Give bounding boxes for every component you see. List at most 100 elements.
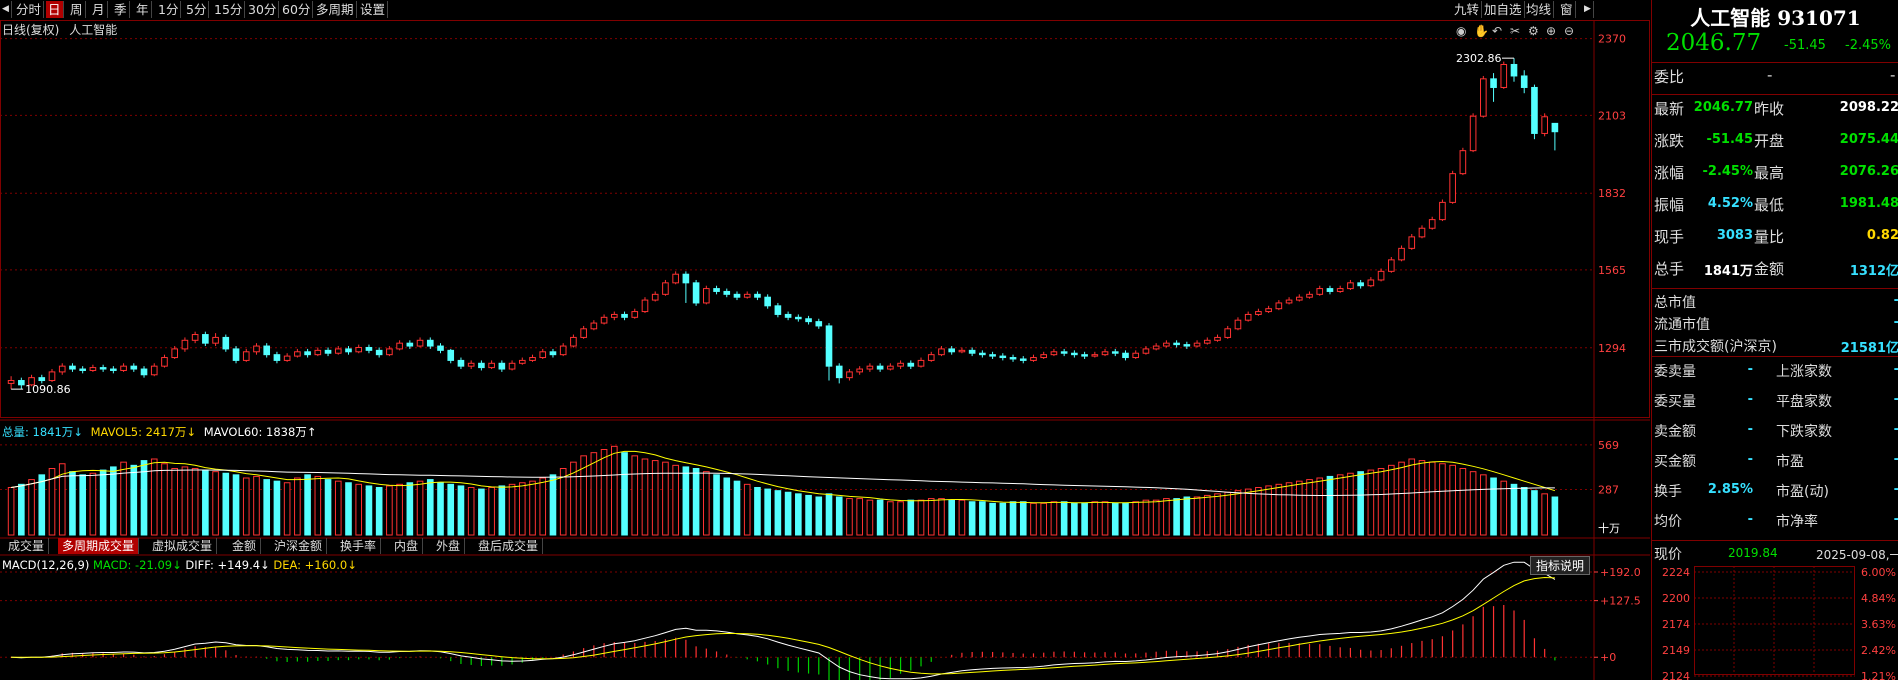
candle-body [805,318,812,323]
diff-value: DIFF: +149.4↓ [185,558,270,572]
candle-body [406,342,414,347]
price-tick: 1565 [1598,264,1626,277]
price-tick: 2103 [1598,109,1626,122]
volume-bar [1163,498,1170,536]
volume-unit: 十万 [1598,521,1620,535]
undo-icon[interactable]: ↶ [1492,24,1502,38]
gear-icon[interactable]: ⚙ [1528,24,1539,38]
weibi-label: 委比 [1654,68,1685,86]
quote-label: 开盘 [1754,132,1785,150]
volume-bar [294,477,301,536]
volume-bar [416,480,424,536]
indicator-tab-7[interactable]: 外盘 [432,538,466,554]
volume-bar [1541,493,1548,536]
volume-bar [498,485,506,536]
quote-value: 2098.22 [1839,100,1898,115]
volume-bar [518,482,526,536]
zoom-in-icon[interactable]: ⊕ [1546,24,1556,38]
volume-bar [1132,501,1140,536]
market-label: 三市成交额(沪深京) [1654,339,1777,355]
volume-bar [283,482,291,536]
eye-icon[interactable]: ◉ [1456,24,1466,38]
candle-body [1050,351,1058,356]
candle-body [999,355,1007,359]
candle-body [1510,63,1518,77]
volume-bar [1357,471,1364,536]
candle-body [590,322,598,330]
volume-bar [631,455,639,536]
indicator-tab-1[interactable]: 多周期成交量 [58,538,140,554]
candle-body [907,362,915,367]
kline-chart[interactable]: 2370 2103 1832 1565 1294 2302.86 1090.86 569 287… [0,0,1650,680]
dea-value: DEA: +160.0↓ [273,558,357,572]
hand-icon[interactable]: ✋ [1474,24,1489,38]
candle-body [396,342,403,350]
volume-bar [887,501,894,536]
candle-body [1152,345,1160,350]
volume-bar [784,491,792,536]
stat-value: - [1747,512,1753,527]
volume-bar [1142,499,1150,536]
candle-body [1234,319,1242,330]
indicator-tab-6[interactable]: 内盘 [390,538,424,554]
quote-change-pct: -2.45% [1845,38,1891,53]
volume-bar [1091,501,1099,536]
quote-label: 涨幅 [1654,164,1685,182]
volume-bar [181,466,189,536]
zoom-out-icon[interactable]: ⊖ [1564,24,1574,38]
indicator-tab-2[interactable]: 虚拟成交量 [148,538,218,554]
candle-body [1071,352,1078,356]
volume-bar [651,460,659,536]
candle-body [1551,122,1559,133]
mavol5: MAVOL5: 2417万↓ [90,425,197,439]
candle-body [345,348,352,353]
candle-body [140,368,148,376]
indicator-tab-3[interactable]: 金额 [228,538,262,554]
indicator-tab-8[interactable]: 盘后成交量 [474,538,544,554]
candle-body [703,288,710,304]
volume-bar [334,480,342,536]
mini-intraday-chart[interactable]: 2224 6.00% 2200 4.84% 2174 3.63% 2149 2.42% 2124… [1652,562,1898,680]
candle-body [1040,354,1048,359]
candle-body [764,296,771,307]
volume-bar [406,482,414,536]
candle-body [580,328,587,338]
volume-bar [897,501,904,536]
macd-header: MACD(12,26,9) MACD: -21.09↓ DIFF: +149.4… [2,558,357,572]
candle-body [815,321,823,327]
candle-body [120,365,127,371]
candle-body [304,351,311,356]
quote-label: 昨收 [1754,100,1785,118]
quote-label: 现手 [1654,228,1685,246]
stat-value: - [1747,392,1753,407]
volume-bar [1439,463,1446,536]
volume-bar [99,469,107,536]
volume-bar [846,498,853,536]
volume-bar [835,496,843,536]
indicator-tab-0[interactable]: 成交量 [4,538,50,554]
stat-value: - [1894,422,1898,437]
indicator-tab-5[interactable]: 换手率 [336,538,382,554]
macd-name: MACD(12,26,9) [2,558,90,572]
indicator-tab-4[interactable]: 沪深金额 [270,538,328,554]
candle-body [662,282,669,295]
quote-label: 最高 [1754,164,1785,182]
volume-header: 总量: 1841万↓ MAVOL5: 2417万↓ MAVOL60: 1838万… [2,424,316,440]
volume-bar [355,483,363,536]
candle-body [539,351,547,359]
candle-body [416,339,424,347]
candle-body [1163,342,1170,347]
divider [1652,540,1898,541]
mini-price-tick: 2174 [1662,618,1690,631]
dea-line [11,576,1555,675]
candle-body [1142,348,1150,354]
stat-value: 2.85% [1707,482,1753,497]
scissors-icon[interactable]: ✂ [1510,24,1520,38]
volume-bar [1071,502,1078,536]
candle-body [508,362,516,370]
candle-body [130,365,138,370]
candle-body [1183,344,1191,347]
indicator-help-button[interactable]: 指标说明 [1530,556,1591,575]
candle-body [682,273,690,284]
candle-body [948,348,956,353]
